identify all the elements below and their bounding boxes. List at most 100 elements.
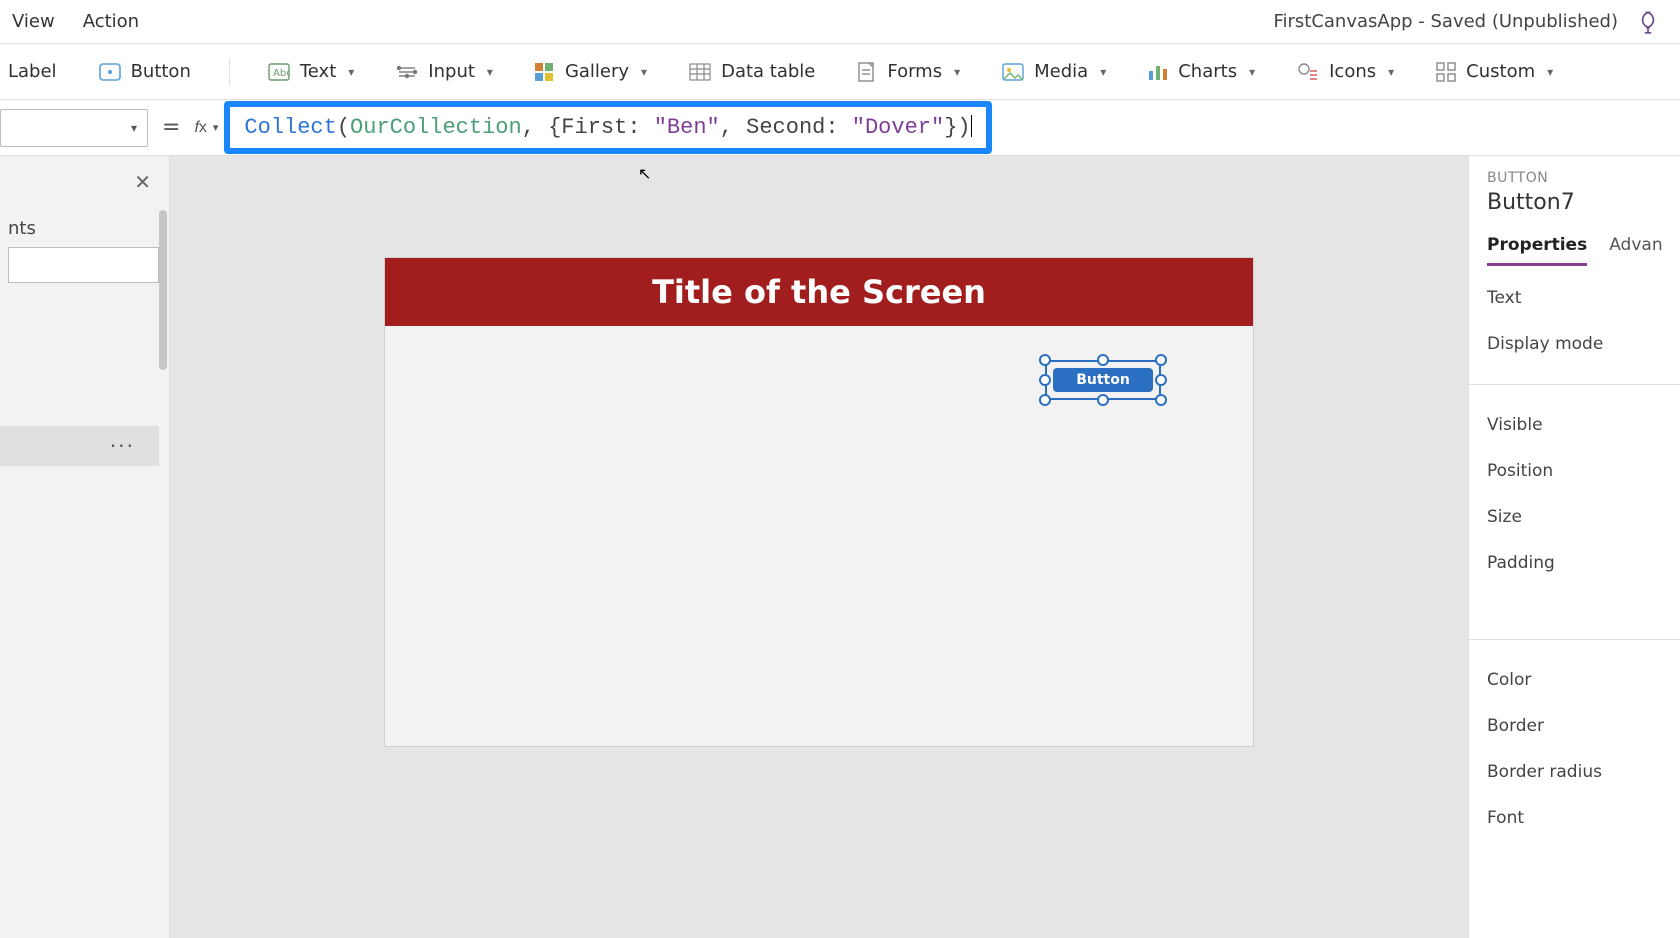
equals-label: =: [162, 115, 180, 140]
ribbon-input-label: Input: [428, 61, 475, 82]
more-icon[interactable]: ···: [110, 434, 135, 458]
tree-view-panel: ✕ nts ···: [0, 156, 170, 938]
app-status-label: FirstCanvasApp - Saved (Unpublished): [1273, 11, 1618, 32]
control-type-label: BUTTON: [1487, 170, 1680, 186]
ribbon-button[interactable]: Button: [95, 55, 195, 88]
svg-text:Abc: Abc: [273, 68, 290, 79]
chevron-down-icon: ▾: [954, 65, 960, 79]
ribbon-text-label: Text: [300, 61, 336, 82]
resize-handle[interactable]: [1039, 354, 1051, 366]
ribbon-gallery-label: Gallery: [565, 61, 629, 82]
media-icon: [1002, 63, 1024, 81]
chevron-down-icon: ▾: [131, 121, 137, 135]
prop-font[interactable]: Font: [1487, 808, 1680, 828]
formula-val2: "Dover": [852, 115, 944, 140]
tree-header: nts: [8, 218, 169, 239]
prop-color[interactable]: Color: [1487, 670, 1680, 690]
prop-visible[interactable]: Visible: [1487, 415, 1680, 435]
tree-search-input[interactable]: [8, 247, 159, 283]
formula-fn: Collect: [244, 115, 336, 140]
properties-tabs: Properties Advan: [1487, 235, 1680, 266]
icons-icon: [1297, 62, 1319, 82]
app-checker-icon[interactable]: [1628, 9, 1668, 35]
prop-text[interactable]: Text: [1487, 288, 1680, 308]
formula-val1: "Ben": [654, 115, 720, 140]
chevron-down-icon: ▾: [348, 65, 354, 79]
selected-control[interactable]: Button: [1045, 360, 1161, 400]
prop-position[interactable]: Position: [1487, 461, 1680, 481]
formula-collection: OurCollection: [350, 115, 522, 140]
prop-padding[interactable]: Padding: [1487, 553, 1680, 573]
text-icon: Abc: [268, 63, 290, 81]
screen-title: Title of the Screen: [385, 258, 1253, 326]
tab-advanced[interactable]: Advan: [1609, 235, 1662, 266]
divider: [1469, 639, 1680, 640]
button-icon: [99, 63, 121, 81]
menubar: View Action FirstCanvasApp - Saved (Unpu…: [0, 0, 1680, 44]
fx-icon: fx: [194, 119, 206, 137]
resize-handle[interactable]: [1155, 394, 1167, 406]
ribbon-media[interactable]: Media ▾: [998, 55, 1110, 88]
canvas-button[interactable]: Button: [1053, 368, 1153, 392]
ribbon-forms-label: Forms: [887, 61, 942, 82]
prop-size[interactable]: Size: [1487, 507, 1680, 527]
charts-icon: [1148, 63, 1168, 81]
chevron-down-icon: ▾: [1547, 65, 1553, 79]
resize-handle[interactable]: [1097, 394, 1109, 406]
resize-handle[interactable]: [1155, 374, 1167, 386]
tree-item-selected[interactable]: ···: [0, 426, 159, 466]
resize-handle[interactable]: [1097, 354, 1109, 366]
screen-preview[interactable]: Title of the Screen Button: [385, 258, 1253, 746]
ribbon-data-table-label: Data table: [721, 61, 815, 82]
ribbon-button-text: Button: [131, 61, 191, 82]
custom-icon: [1436, 62, 1456, 82]
ribbon-input[interactable]: Input ▾: [392, 55, 497, 88]
gallery-icon: [535, 63, 555, 81]
ribbon-charts-label: Charts: [1178, 61, 1237, 82]
ribbon-text[interactable]: Abc Text ▾: [264, 55, 358, 88]
formula-key1: First: [561, 115, 627, 140]
chevron-down-icon: ▾: [213, 121, 219, 134]
ribbon-custom-label: Custom: [1466, 61, 1535, 82]
ribbon-custom[interactable]: Custom ▾: [1432, 55, 1557, 88]
canvas-area: ↖ Title of the Screen Button: [170, 156, 1468, 938]
formula-highlight: Collect(OurCollection, {First: "Ben", Se…: [224, 101, 991, 154]
chevron-down-icon: ▾: [487, 65, 493, 79]
data-table-icon: [689, 63, 711, 81]
fx-indicator[interactable]: fx ▾: [194, 119, 218, 137]
ribbon-label-text: Label: [8, 61, 57, 82]
close-icon[interactable]: ✕: [134, 170, 151, 194]
ribbon-divider: [229, 58, 230, 86]
ribbon-media-label: Media: [1034, 61, 1088, 82]
resize-handle[interactable]: [1039, 374, 1051, 386]
divider: [1469, 384, 1680, 385]
formula-bar: ▾ = fx ▾ Collect(OurCollection, {First: …: [0, 100, 1680, 156]
chevron-down-icon: ▾: [1388, 65, 1394, 79]
chevron-down-icon: ▾: [641, 65, 647, 79]
scrollbar-thumb[interactable]: [159, 210, 167, 370]
ribbon-label[interactable]: Label: [4, 55, 61, 88]
ribbon-gallery[interactable]: Gallery ▾: [531, 55, 651, 88]
resize-handle[interactable]: [1039, 394, 1051, 406]
ribbon-icons[interactable]: Icons ▾: [1293, 55, 1398, 88]
ribbon-forms[interactable]: Forms ▾: [853, 55, 964, 89]
formula-input[interactable]: Collect(OurCollection, {First: "Ben", Se…: [234, 109, 981, 146]
properties-panel: BUTTON Button7 Properties Advan Text Dis…: [1468, 156, 1680, 938]
insert-ribbon: Label Button Abc Text ▾ Input ▾ Gallery …: [0, 44, 1680, 100]
prop-border[interactable]: Border: [1487, 716, 1680, 736]
prop-display-mode[interactable]: Display mode: [1487, 334, 1680, 354]
input-icon: [396, 63, 418, 81]
tab-properties[interactable]: Properties: [1487, 235, 1587, 266]
ribbon-data-table[interactable]: Data table: [685, 55, 819, 88]
ribbon-charts[interactable]: Charts ▾: [1144, 55, 1259, 88]
properties-list: Text Display mode Visible Position Size …: [1487, 288, 1680, 828]
property-selector[interactable]: ▾: [0, 109, 148, 147]
menu-action[interactable]: Action: [83, 11, 139, 32]
prop-border-radius[interactable]: Border radius: [1487, 762, 1680, 782]
forms-icon: [857, 61, 877, 83]
chevron-down-icon: ▾: [1100, 65, 1106, 79]
cursor-icon: ↖: [638, 164, 651, 183]
menu-view[interactable]: View: [12, 11, 55, 32]
control-name-label: Button7: [1487, 190, 1680, 215]
resize-handle[interactable]: [1155, 354, 1167, 366]
